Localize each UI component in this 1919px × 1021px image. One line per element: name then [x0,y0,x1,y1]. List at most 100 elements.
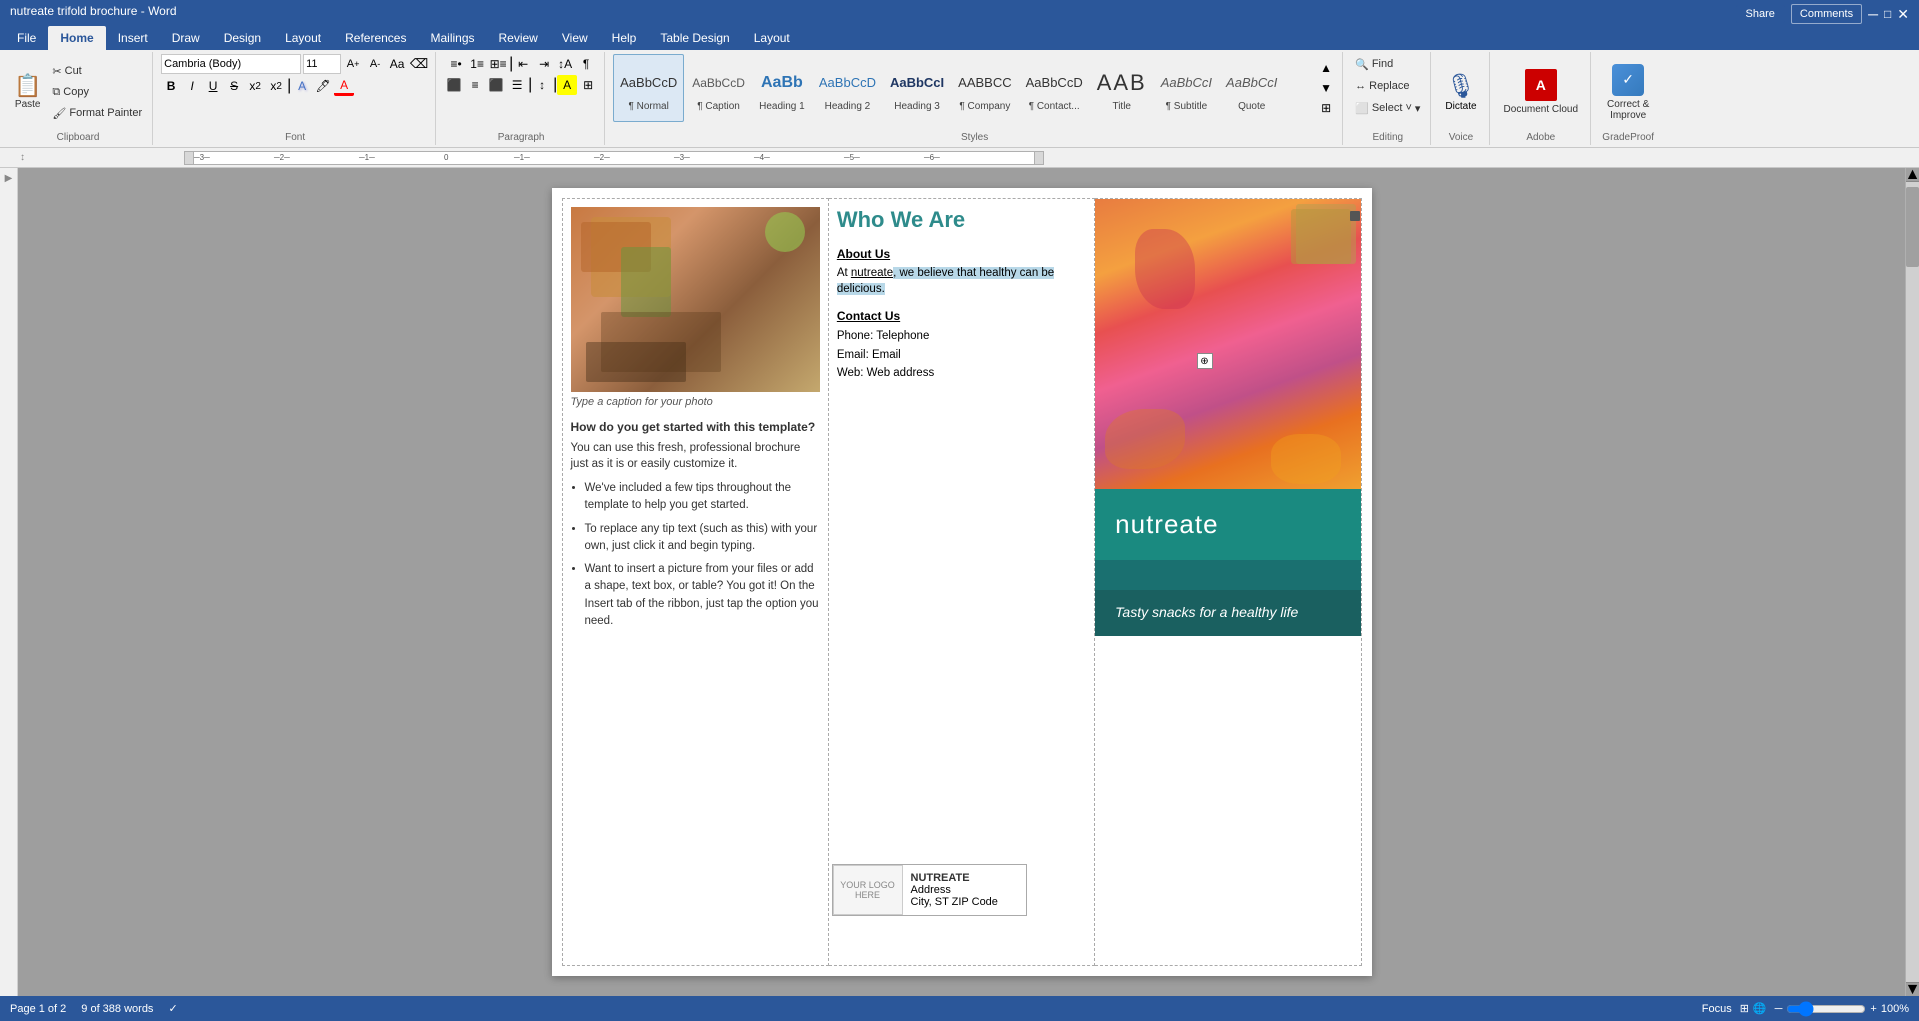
phone-line[interactable]: Phone: Telephone [837,327,1086,345]
doc-cloud-button[interactable]: A Document Cloud [1498,58,1584,126]
tab-design[interactable]: Design [212,26,273,50]
subscript-button[interactable]: x2 [245,76,265,96]
focus-label[interactable]: Focus [1702,1003,1732,1015]
show-marks-button[interactable]: ¶ [576,54,596,74]
tagline[interactable]: Tasty snacks for a healthy life [1115,604,1298,620]
zoom-control[interactable]: ─ + 100% [1775,1001,1909,1017]
tab-view[interactable]: View [550,26,600,50]
comments-button[interactable]: Comments [1791,4,1862,24]
tab-insert[interactable]: Insert [106,26,160,50]
select-button[interactable]: ⬜ Select ˅ ▾ [1351,98,1424,118]
style-contact[interactable]: AaBbCcD ¶ Contact... [1020,54,1089,122]
template-body[interactable]: You can use this fresh, professional bro… [571,440,820,472]
center-column[interactable]: Who We Are About Us At nutreate, we beli… [828,199,1094,966]
window-maximize[interactable]: □ [1884,7,1891,21]
italic-button[interactable]: I [182,76,202,96]
font-family-input[interactable] [161,54,301,74]
tab-file[interactable]: File [5,26,48,50]
address-box[interactable]: NUTREATE Address City, ST ZIP Code [903,868,1006,912]
canvas-area[interactable]: ⊕ [18,168,1905,996]
brand-name[interactable]: nutreate [1115,509,1218,540]
font-color-button[interactable]: A [334,76,354,96]
vertical-scrollbar[interactable]: ▲ ▼ [1905,168,1919,996]
find-button[interactable]: 🔍 Find [1351,54,1397,74]
list-item-2[interactable]: To replace any tip text (such as this) w… [585,521,820,556]
list-item-3[interactable]: Want to insert a picture from your files… [585,561,820,630]
print-layout-view[interactable]: ⊞ [1740,1002,1749,1015]
scroll-down-button[interactable]: ▼ [1906,982,1919,996]
shrink-font-button[interactable]: A- [365,54,385,74]
font-size-input[interactable] [303,54,341,74]
window-close[interactable]: ✕ [1897,6,1909,23]
style-caption[interactable]: AaBbCcD ¶ Caption [686,54,751,122]
who-we-are-heading[interactable]: Who We Are [837,207,1086,233]
tab-draw[interactable]: Draw [160,26,212,50]
styles-expand[interactable]: ⊞ [1316,98,1336,118]
grow-font-button[interactable]: A+ [343,54,363,74]
tab-references[interactable]: References [333,26,418,50]
shading-button[interactable]: A [557,75,577,95]
resize-handle[interactable] [1350,211,1360,221]
style-heading2[interactable]: AaBbCcD Heading 2 [813,54,882,122]
styles-scroll-up[interactable]: ▲ [1316,58,1336,78]
align-left-button[interactable]: ⬛ [444,75,464,95]
replace-button[interactable]: ↔ Replace [1351,76,1413,96]
borders-button[interactable]: ⊞ [578,75,598,95]
share-button[interactable]: Share [1736,5,1785,23]
email-line[interactable]: Email: Email [837,346,1086,364]
line-spacing-button[interactable]: ↕ [532,75,552,95]
highlight-button[interactable]: 🖊 [313,76,333,96]
style-heading1[interactable]: AaBb Heading 1 [753,54,811,122]
photo-caption[interactable]: Type a caption for your photo [571,396,820,408]
tab-home[interactable]: Home [48,26,105,50]
superscript-button[interactable]: x2 [266,76,286,96]
logo-box[interactable]: YOUR LOGO HERE [833,865,903,915]
strikethrough-button[interactable]: S [224,76,244,96]
about-us-heading[interactable]: About Us [837,247,1086,261]
style-no-spacing[interactable]: AaBbCcI ¶ No Spac... [613,124,680,126]
tab-layout2[interactable]: Layout [742,26,802,50]
numbering-button[interactable]: 1≡ [467,54,487,74]
styles-scroll-down[interactable]: ▼ [1316,78,1336,98]
tab-review[interactable]: Review [487,26,550,50]
web-layout-view[interactable]: 🌐 [1753,1002,1767,1015]
underline-button[interactable]: U [203,76,223,96]
style-company[interactable]: AABBCC ¶ Company [952,54,1017,122]
style-title[interactable]: AAB Title [1091,54,1153,122]
change-case-button[interactable]: Aa [387,54,407,74]
paste-button[interactable]: 📋 Paste [10,63,45,121]
increase-indent-button[interactable]: ⇥ [534,54,554,74]
window-minimize[interactable]: ─ [1868,6,1878,22]
style-subtitle[interactable]: AaBbCcI ¶ Subtitle [1155,54,1218,122]
decrease-indent-button[interactable]: ⇤ [513,54,533,74]
text-effect-button[interactable]: A [292,76,312,96]
align-center-button[interactable]: ≡ [465,75,485,95]
scroll-track[interactable] [1906,182,1919,982]
scroll-up-button[interactable]: ▲ [1906,168,1919,182]
tab-help[interactable]: Help [600,26,649,50]
zoom-out-button[interactable]: ─ [1775,1003,1783,1015]
left-column[interactable]: Type a caption for your photo How do you… [562,199,828,966]
style-heading3[interactable]: AaBbCcI Heading 3 [884,54,950,122]
copy-button[interactable]: ⧉ Copy [48,82,146,102]
correct-improve-button[interactable]: ✓ Correct &Improve [1599,58,1657,126]
clear-format-button[interactable]: ⌫ [409,54,429,74]
bold-button[interactable]: B [161,76,181,96]
web-line[interactable]: Web: Web address [837,364,1086,382]
contact-us-heading[interactable]: Contact Us [837,309,1086,323]
zoom-in-button[interactable]: + [1870,1003,1876,1015]
template-heading[interactable]: How do you get started with this templat… [571,420,820,434]
tab-layout[interactable]: Layout [273,26,333,50]
tab-mailings[interactable]: Mailings [418,26,486,50]
align-right-button[interactable]: ⬛ [486,75,506,95]
cut-button[interactable]: ✂ Cut [48,61,146,81]
format-painter-button[interactable]: 🖌 Format Painter [48,103,146,123]
right-column[interactable]: nutreate Tasty snacks for a healthy life [1095,199,1361,966]
dictate-button[interactable]: 🎙 Dictate [1439,58,1482,126]
table-move-handle[interactable]: ⊕ [1197,353,1213,369]
justify-button[interactable]: ☰ [507,75,527,95]
list-item-1[interactable]: We've included a few tips throughout the… [585,480,820,515]
sort-button[interactable]: ↕A [555,54,575,74]
multilevel-list-button[interactable]: ⊞≡ [488,54,508,74]
style-normal[interactable]: AaBbCcD ¶ Normal [613,54,684,122]
